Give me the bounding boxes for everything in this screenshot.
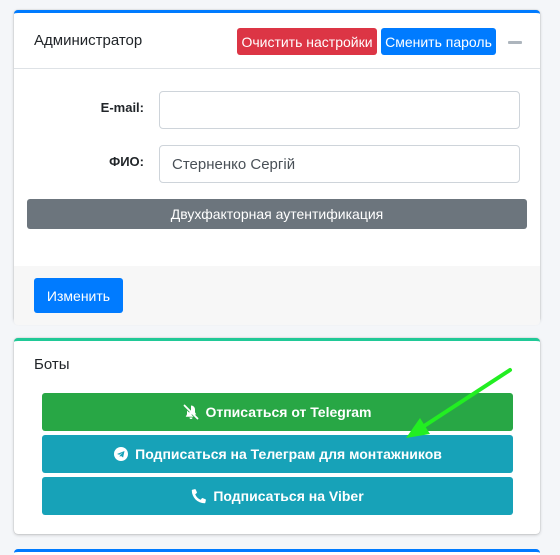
admin-card-header: Администратор Очистить настройки Сменить… bbox=[14, 13, 540, 69]
telegram-icon bbox=[113, 446, 129, 462]
minus-icon[interactable] bbox=[508, 41, 522, 44]
bell-slash-icon bbox=[183, 404, 199, 420]
admin-card-footer: Изменить bbox=[14, 266, 540, 325]
unsubscribe-telegram-label: Отписаться от Telegram bbox=[205, 404, 372, 420]
bots-card: Боты Отписаться от Telegram Подписаться … bbox=[14, 338, 540, 534]
admin-card: Администратор Очистить настройки Сменить… bbox=[14, 10, 540, 325]
next-card-top-edge bbox=[14, 549, 540, 555]
two-factor-auth-button[interactable]: Двухфакторная аутентификация bbox=[27, 199, 527, 229]
fio-field[interactable] bbox=[159, 145, 520, 183]
subscribe-telegram-installers-button[interactable]: Подписаться на Телеграм для монтажников bbox=[42, 435, 513, 473]
email-field[interactable] bbox=[159, 91, 520, 129]
fio-label: ФИО: bbox=[109, 154, 144, 169]
subscribe-viber-label: Подписаться на Viber bbox=[213, 488, 364, 504]
change-password-button[interactable]: Сменить пароль bbox=[381, 28, 496, 55]
email-label: E-mail: bbox=[100, 100, 144, 115]
subscribe-telegram-installers-label: Подписаться на Телеграм для монтажников bbox=[135, 446, 442, 462]
clear-settings-button[interactable]: Очистить настройки bbox=[237, 28, 377, 55]
admin-card-title: Администратор bbox=[34, 32, 143, 49]
subscribe-viber-button[interactable]: Подписаться на Viber bbox=[42, 477, 513, 515]
bots-card-title: Боты bbox=[34, 356, 70, 373]
change-button[interactable]: Изменить bbox=[34, 278, 123, 313]
phone-icon bbox=[191, 488, 207, 504]
unsubscribe-telegram-button[interactable]: Отписаться от Telegram bbox=[42, 393, 513, 431]
